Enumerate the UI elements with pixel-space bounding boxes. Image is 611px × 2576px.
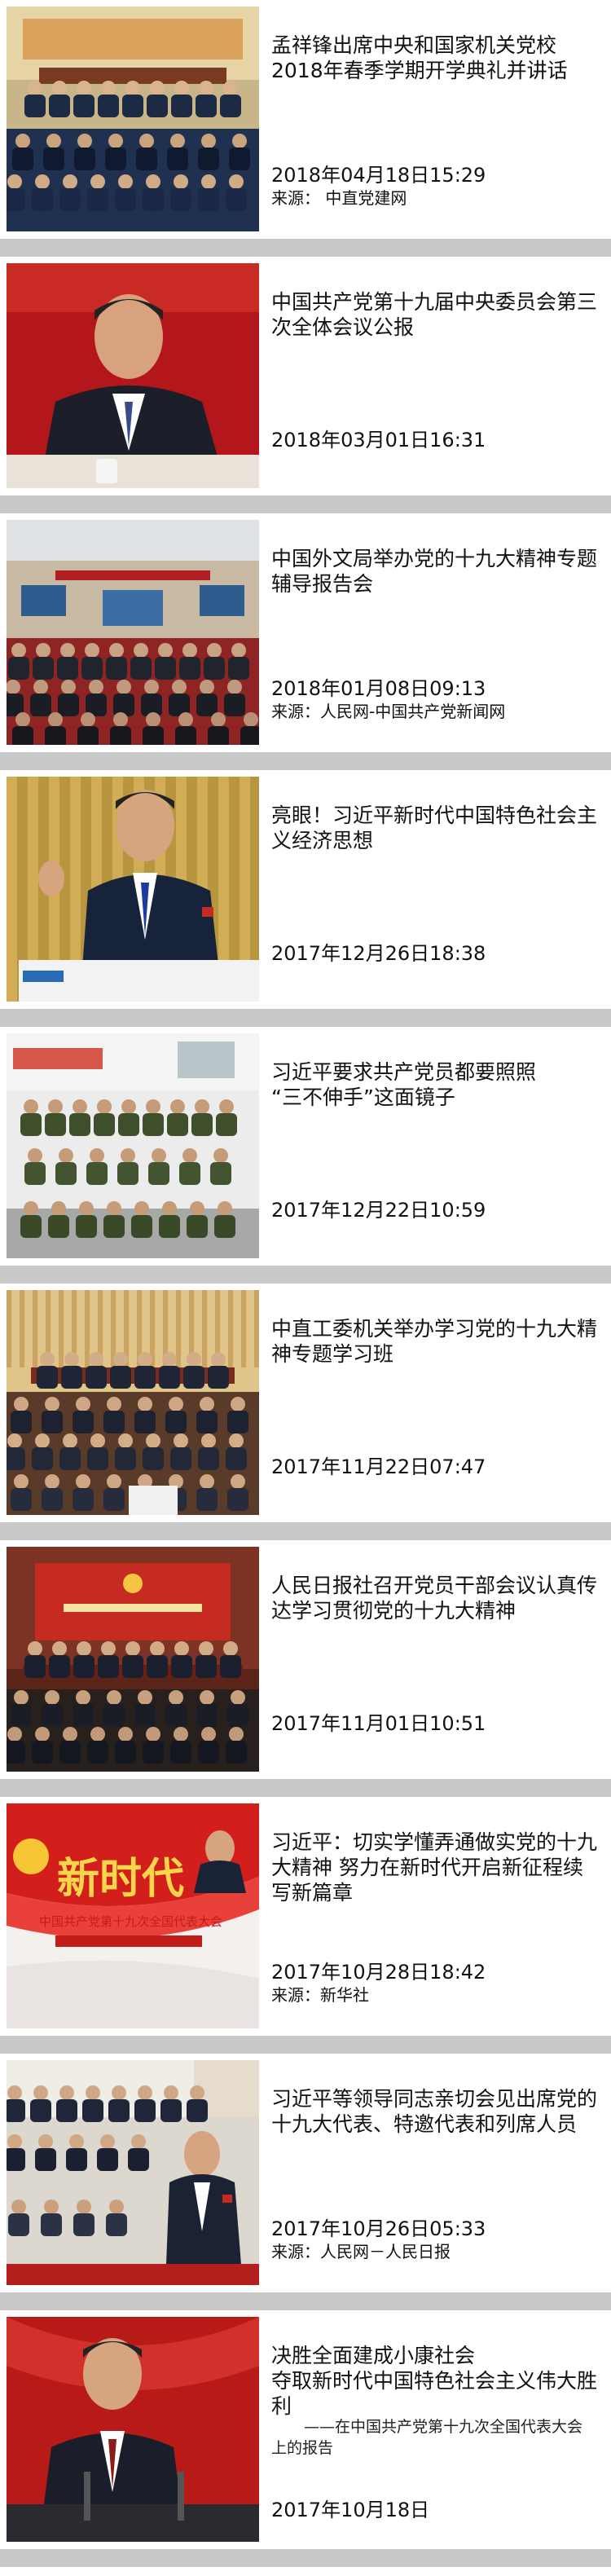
news-date: 2017年12月22日10:59 — [271, 1199, 486, 1222]
news-item[interactable]: 习近平要求共产党员都要照照 “三不伸手”这面镜子 2017年12月22日10:59 — [0, 1027, 611, 1284]
news-thumbnail[interactable] — [7, 1033, 259, 1258]
svg-text:新时代: 新时代 — [57, 1855, 184, 1904]
news-thumbnail[interactable]: 新时代 中国共产党第十九次全国代表大会 — [7, 1803, 259, 2028]
news-item[interactable]: 习近平等领导同志亲切会见出席党的十九大代表、特邀代表和列席人员 2017年10月2… — [0, 2054, 611, 2310]
news-subtitle: ——在中国共产党第十九次全国代表大会上的报告 — [271, 2418, 583, 2457]
news-thumbnail[interactable] — [7, 7, 259, 231]
news-date: 2017年10月18日 — [271, 2499, 430, 2521]
news-item[interactable]: 亮眼！习近平新时代中国特色社会主义经济思想 2017年12月26日18:38 — [0, 770, 611, 1027]
news-title[interactable]: 亮眼！习近平新时代中国特色社会主义经济思想 — [271, 803, 597, 853]
news-list: 孟祥锋出席中央和国家机关党校2018年春季学期开学典礼并讲话 2018年04月18… — [0, 0, 611, 2567]
news-title[interactable]: 习近平要求共产党员都要照照 “三不伸手”这面镜子 — [271, 1059, 597, 1110]
news-source: 来源：新华社 — [271, 1985, 369, 2005]
news-title[interactable]: 孟祥锋出席中央和国家机关党校2018年春季学期开学典礼并讲话 — [271, 33, 597, 83]
news-source: 来源：人民网－人民日报 — [271, 2242, 451, 2261]
news-thumbnail[interactable] — [7, 2317, 259, 2542]
news-item[interactable]: 中国共产党第十九届中央委员会第三次全体会议公报 2018年03月01日16:31 — [0, 257, 611, 513]
news-source: 来源：人民网-中国共产党新闻网 — [271, 702, 506, 721]
news-item[interactable]: 人民日报社召开党员干部会议认真传达学习贯彻党的十九大精神 2017年11月01日1… — [0, 1540, 611, 1797]
news-title[interactable]: 中国外文局举办党的十九大精神专题辅导报告会 — [271, 546, 597, 597]
news-item[interactable]: 中直工委机关举办学习党的十九大精神专题学习班 2017年11月22日07:47 — [0, 1284, 611, 1540]
news-title[interactable]: 中直工委机关举办学习党的十九大精神专题学习班 — [271, 1316, 597, 1367]
news-date: 2018年04月18日15:29 — [271, 164, 486, 187]
news-thumbnail[interactable] — [7, 1290, 259, 1515]
news-item[interactable]: 孟祥锋出席中央和国家机关党校2018年春季学期开学典礼并讲话 2018年04月18… — [0, 0, 611, 257]
news-title[interactable]: 习近平等领导同志亲切会见出席党的十九大代表、特邀代表和列席人员 — [271, 2086, 597, 2137]
news-thumbnail[interactable] — [7, 1547, 259, 1772]
news-thumbnail[interactable] — [7, 2060, 259, 2285]
news-thumbnail[interactable] — [7, 263, 259, 488]
news-item[interactable]: 新时代 中国共产党第十九次全国代表大会 习近平：切实学懂弄通做实党的十九大精神 … — [0, 1797, 611, 2054]
news-date: 2017年10月26日05:33 — [271, 2217, 486, 2240]
news-date: 2017年11月22日07:47 — [271, 1455, 486, 1478]
svg-text:中国共产党第十九次全国代表大会: 中国共产党第十九次全国代表大会 — [39, 1914, 222, 1929]
news-source: 来源： 中直党建网 — [271, 188, 407, 208]
news-title[interactable]: 中国共产党第十九届中央委员会第三次全体会议公报 — [271, 289, 597, 340]
news-thumbnail[interactable] — [7, 520, 259, 745]
news-date: 2018年01月08日09:13 — [271, 677, 486, 700]
news-date: 2017年12月26日18:38 — [271, 942, 486, 965]
news-item[interactable]: 中国外文局举办党的十九大精神专题辅导报告会 2018年01月08日09:13 来源：… — [0, 513, 611, 770]
news-title[interactable]: 习近平：切实学懂弄通做实党的十九大精神 努力在新时代开启新征程续写新篇章 — [271, 1830, 597, 1905]
news-thumbnail[interactable] — [7, 777, 259, 1002]
news-date: 2018年03月01日16:31 — [271, 429, 486, 451]
news-title[interactable]: 决胜全面建成小康社会 夺取新时代中国特色社会主义伟大胜利 — [271, 2343, 597, 2419]
news-date: 2017年11月01日10:51 — [271, 1712, 486, 1735]
news-item[interactable]: 决胜全面建成小康社会 夺取新时代中国特色社会主义伟大胜利 ——在中国共产党第十九次… — [0, 2310, 611, 2567]
news-date: 2017年10月28日18:42 — [271, 1961, 486, 1984]
news-title[interactable]: 人民日报社召开党员干部会议认真传达学习贯彻党的十九大精神 — [271, 1573, 597, 1623]
